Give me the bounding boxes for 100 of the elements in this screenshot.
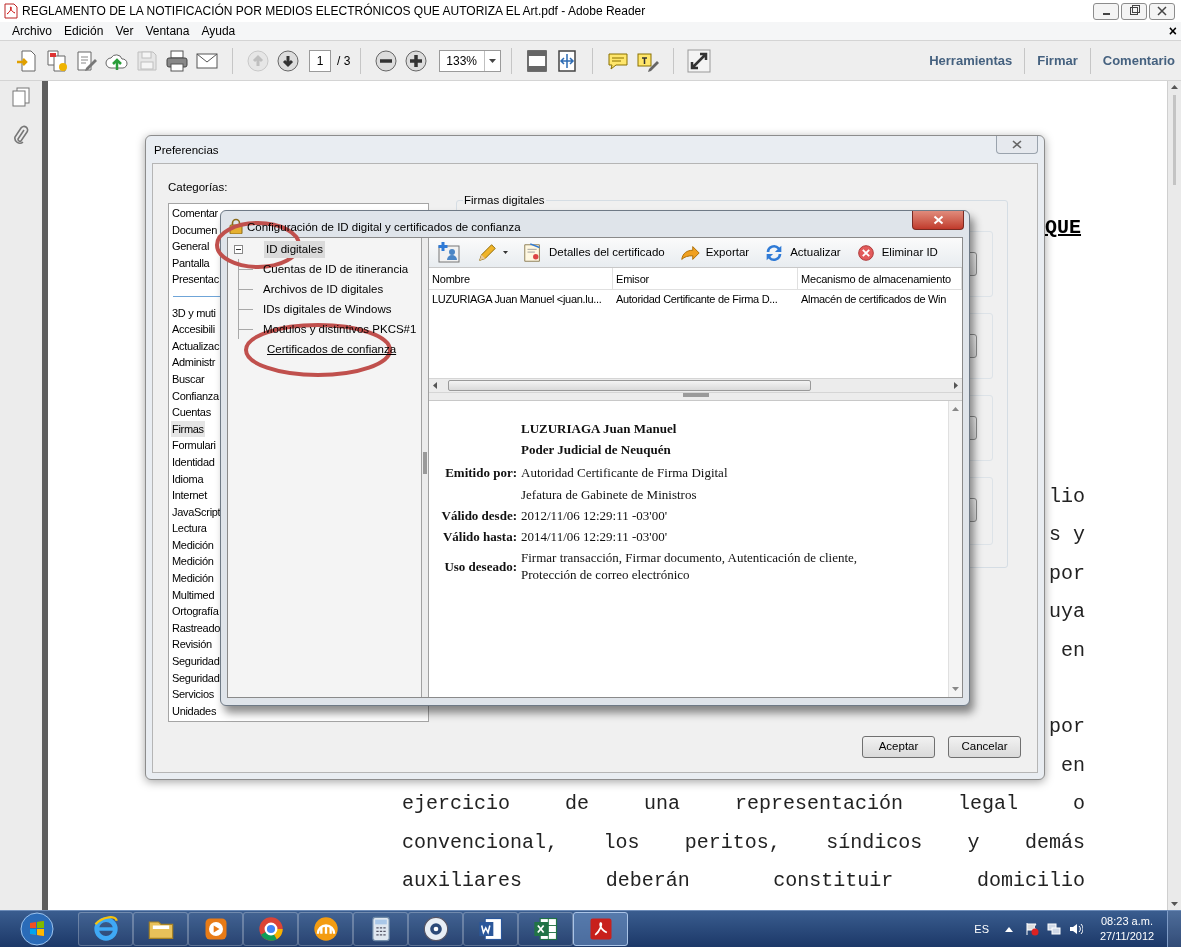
up-arrow-icon[interactable] <box>1005 926 1013 932</box>
category-item[interactable]: Servicios <box>171 686 215 703</box>
category-item[interactable]: General <box>171 238 211 255</box>
category-item[interactable]: Seguridad <box>171 653 221 670</box>
menu-item[interactable]: Ayuda <box>195 22 242 40</box>
down-arrow-icon[interactable] <box>1171 902 1178 906</box>
certificate-heading: Poder Judicial de Neuquén <box>521 441 672 459</box>
paperclip-icon[interactable] <box>13 125 29 145</box>
splitter-handle[interactable] <box>423 451 427 474</box>
close-icon <box>1012 140 1022 149</box>
scrollbar-thumb[interactable] <box>1173 95 1176 185</box>
splitter-handle[interactable] <box>682 393 709 397</box>
language-indicator[interactable]: ES <box>974 920 989 938</box>
category-item[interactable]: 3D y muti <box>171 304 217 322</box>
category-item[interactable]: Ortografía <box>171 603 220 620</box>
toolbar-button[interactable]: Detalles del certificado <box>520 239 667 266</box>
page-number-field[interactable]: 1 <box>309 49 331 72</box>
category-item[interactable]: Comentar <box>171 205 219 222</box>
left-arrow-icon[interactable] <box>433 382 437 389</box>
category-item[interactable]: Seguridad <box>171 669 221 687</box>
close-button[interactable] <box>1149 2 1175 20</box>
speaker-icon[interactable] <box>1069 922 1083 936</box>
category-item[interactable]: Confianza <box>171 387 220 405</box>
table-cell-text: Almacén de certificados de Win <box>800 292 948 307</box>
panel-button[interactable]: Herramientas <box>929 50 1013 71</box>
tree-item[interactable]: Cuentas de ID de itinerancia <box>261 260 411 278</box>
flag-icon[interactable] <box>1025 922 1039 936</box>
category-item[interactable]: Accesibili <box>171 321 216 338</box>
close-icon <box>932 215 944 225</box>
zoom-dropdown[interactable]: 133% <box>439 49 502 72</box>
category-item[interactable]: Medición <box>171 536 215 554</box>
start-orb-icon[interactable] <box>19 911 55 947</box>
category-item[interactable]: Presentac <box>171 271 220 288</box>
menu-item[interactable]: Edición <box>58 22 110 40</box>
down-arrow-icon[interactable] <box>952 687 959 691</box>
close-button[interactable] <box>912 211 964 230</box>
column-header[interactable]: Mecanismo de almacenamiento <box>798 268 962 289</box>
tree-item[interactable]: ID digitales <box>264 240 325 258</box>
category-item[interactable]: Lectura <box>171 520 208 537</box>
lock-icon <box>229 218 243 234</box>
dialog-button[interactable]: Cancelar <box>948 736 1021 758</box>
scrollbar[interactable] <box>1167 81 1181 910</box>
table-cell-text: LUZURIAGA Juan Manuel <juan.lu... <box>431 292 603 307</box>
tree-item[interactable]: IDs digitales de Windows <box>261 300 394 318</box>
category-item[interactable]: Firmas <box>171 420 205 438</box>
id-card-icon <box>436 240 462 265</box>
network-icon[interactable] <box>1047 922 1061 936</box>
category-item[interactable]: Actualizac <box>171 337 221 355</box>
category-item[interactable]: Identidad <box>171 453 216 471</box>
category-item[interactable]: Documen <box>171 221 218 239</box>
toolbar-button[interactable]: Actualizar <box>761 239 843 266</box>
scrollbar[interactable] <box>429 378 962 393</box>
globe-e-icon <box>91 915 120 943</box>
panel-button[interactable]: Firmar <box>1037 50 1078 71</box>
category-item[interactable]: Revisión <box>171 636 213 654</box>
category-item[interactable]: Rastreado <box>171 619 222 637</box>
panel-button[interactable]: Comentario <box>1102 50 1175 71</box>
category-item[interactable]: Internet <box>171 487 208 504</box>
up-arrow-icon[interactable] <box>1171 85 1178 89</box>
maximize-button[interactable] <box>1121 2 1147 20</box>
category-item[interactable]: Medición <box>171 553 215 571</box>
category-item[interactable]: Multimed <box>171 586 216 604</box>
disc-icon <box>421 915 450 943</box>
category-item[interactable]: Administr <box>171 354 217 371</box>
collapse-icon[interactable] <box>234 244 243 254</box>
show-desktop-button[interactable] <box>1167 911 1181 947</box>
field-value: 2012/11/06 12:29:11 -03'00' <box>521 507 668 524</box>
category-item[interactable]: JavaScript <box>171 503 222 521</box>
minimize-button[interactable] <box>1093 2 1119 20</box>
letter-document-icon <box>476 915 505 943</box>
column-header[interactable]: Nombre <box>429 268 613 289</box>
category-item[interactable]: Pantalla <box>171 254 211 272</box>
category-item[interactable]: Unidades <box>171 702 218 720</box>
right-arrow-icon[interactable] <box>954 382 958 389</box>
document-text: por <box>1049 714 1085 741</box>
close-document-button[interactable]: × <box>1168 24 1177 38</box>
clock-time[interactable]: 08:23 a.m. <box>1101 914 1153 929</box>
scrollbar[interactable] <box>948 401 962 697</box>
document-text: ejercicio de una representación legal o <box>402 791 1085 818</box>
document-text: por <box>1049 560 1085 587</box>
document-text: auxiliares deberán constituir domicilio <box>402 867 1085 894</box>
window-title: REGLAMENTO DE LA NOTIFICACIÓN POR MEDIOS ELECTRÓNICOS QUE AUTORIZA EL Art.pdf - Adobe Reader <box>22 2 646 20</box>
clock-date[interactable]: 27/11/2012 <box>1099 929 1155 944</box>
category-item[interactable]: Cuentas <box>171 404 212 421</box>
pencil-icon <box>476 241 498 264</box>
dialog-button[interactable]: Aceptar <box>862 736 935 758</box>
column-header[interactable]: Emisor <box>613 268 798 289</box>
menu-item[interactable]: Ventana <box>139 22 196 40</box>
toolbar-button[interactable]: Eliminar ID <box>852 239 940 266</box>
toolbar-button[interactable]: Exportar <box>676 239 752 266</box>
close-icon <box>1156 5 1168 17</box>
category-item[interactable]: Buscar <box>171 370 206 388</box>
category-item[interactable]: Medición <box>171 570 215 587</box>
category-item[interactable]: Formulari <box>171 437 217 454</box>
tree-item[interactable]: Archivos de ID digitales <box>261 280 386 298</box>
pages-icon[interactable] <box>12 87 30 107</box>
category-item[interactable]: Idioma <box>171 470 205 488</box>
menu-item[interactable]: Archivo <box>6 22 58 40</box>
scrollbar-thumb[interactable] <box>448 380 811 391</box>
menu-item[interactable]: Ver <box>109 22 140 40</box>
